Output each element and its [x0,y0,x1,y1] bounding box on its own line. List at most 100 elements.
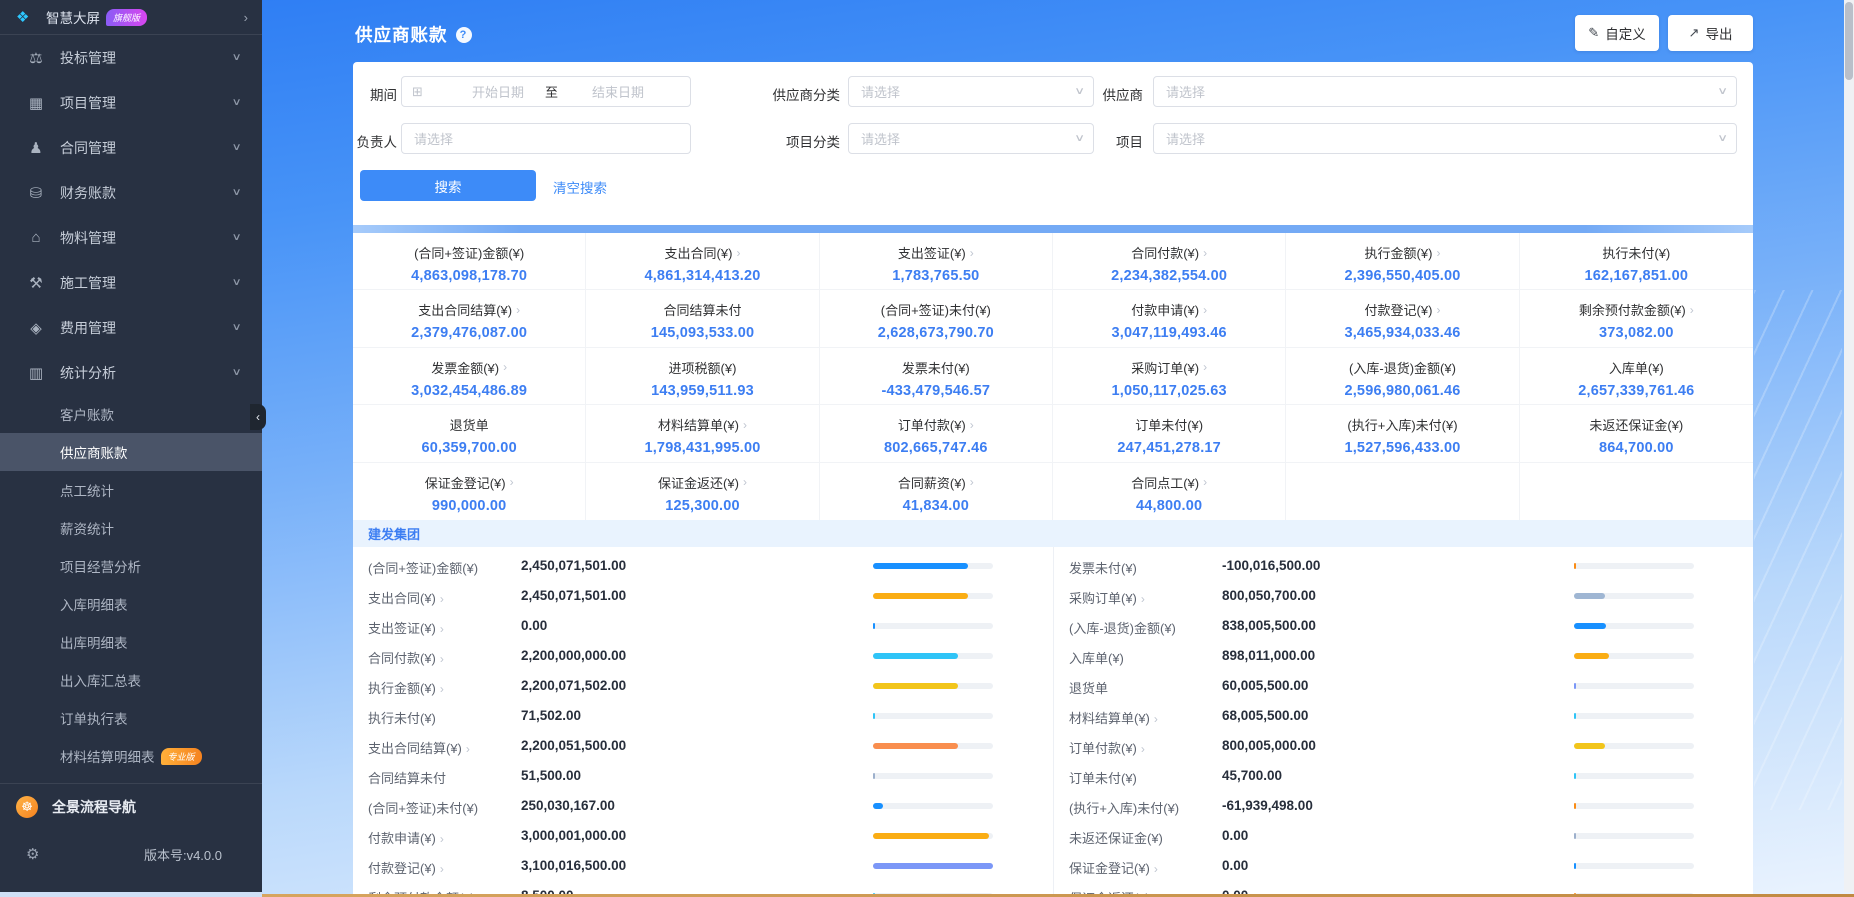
search-button[interactable]: 搜索 [360,170,536,201]
stat-cell[interactable]: 合同点工(¥)›44,800.00 [1053,463,1286,520]
sidebar-item-4[interactable]: ⌂物料管理∨ [0,215,262,260]
manager-input[interactable]: 请选择 [401,123,691,154]
sidebar-item-panorama-nav[interactable]: ☸ 全景流程导航 [0,784,262,830]
stat-cell[interactable]: 保证金登记(¥)›990,000.00 [353,463,586,520]
stat-cell[interactable]: 合同薪资(¥)›41,834.00 [820,463,1053,520]
chevron-right-icon[interactable]: › [1203,303,1207,317]
metric-value: 51,500.00 [521,768,581,783]
sidebar-item-1[interactable]: ▦项目管理∨ [0,80,262,125]
company-header-row[interactable]: 建发集团 [353,520,1753,547]
sidebar-item-label: 费用管理 [60,318,116,338]
chevron-right-icon[interactable]: › [510,475,514,489]
project-select[interactable]: 请选择 ∨ [1153,123,1737,154]
stat-value: 2,596,980,061.46 [1344,383,1460,399]
stat-cell[interactable]: 执行金额(¥)›2,396,550,405.00 [1286,233,1519,290]
sidebar-subitem-9[interactable]: 材料结算明细表专业版 [0,737,262,775]
sidebar-item-5[interactable]: ⚒施工管理∨ [0,260,262,305]
stat-cell[interactable]: 支出合同结算(¥)›2,379,476,087.00 [353,290,586,347]
sidebar-collapse-handle[interactable]: ‹ [250,404,266,430]
chevron-right-icon[interactable]: › [1203,246,1207,260]
stat-cell[interactable]: 剩余预付款金额(¥)›373,082.00 [1520,290,1753,347]
chevron-right-icon[interactable]: › [1436,246,1440,260]
stat-cell[interactable]: 支出签证(¥)›1,783,765.50 [820,233,1053,290]
metric-label: 执行未付(¥) [368,708,436,727]
company-metric-row[interactable]: 支出签证(¥)›0.00 [353,611,1053,641]
stat-cell[interactable]: 订单付款(¥)›802,665,747.46 [820,405,1053,462]
export-button[interactable]: ↗ 导出 [1668,15,1753,51]
chevron-right-icon[interactable]: › [1154,712,1158,726]
stat-cell[interactable]: 材料结算单(¥)›1,798,431,995.00 [586,405,819,462]
supplier-select[interactable]: 请选择 ∨ [1153,76,1737,107]
chevron-right-icon[interactable]: › [1436,303,1440,317]
progress-bar-fill [873,743,958,749]
chevron-right-icon[interactable]: › [440,622,444,636]
sidebar-item-3[interactable]: ⛁财务账款∨ [0,170,262,215]
vertical-scrollbar[interactable] [1844,0,1854,892]
sidebar-subitem-3[interactable]: 薪资统计 [0,509,262,547]
sidebar-subitem-4[interactable]: 项目经营分析 [0,547,262,585]
scrollbar-thumb[interactable] [1845,2,1853,80]
sidebar-item-6[interactable]: ◈费用管理∨ [0,305,262,350]
company-metric-row[interactable]: 订单付款(¥)›800,005,000.00 [1054,731,1753,761]
chevron-right-icon[interactable]: › [440,862,444,876]
sidebar-subitem-2[interactable]: 点工统计 [0,471,262,509]
chevron-right-icon[interactable]: › [1141,742,1145,756]
date-range-input[interactable]: ⊞ 开始日期 至 结束日期 [401,76,691,107]
chevron-right-icon[interactable]: › [970,246,974,260]
chevron-right-icon[interactable]: › [970,418,974,432]
company-metric-row[interactable]: 保证金登记(¥)›0.00 [1054,851,1753,881]
sidebar-subitem-8[interactable]: 订单执行表 [0,699,262,737]
chevron-right-icon[interactable]: › [440,682,444,696]
sidebar-item-0[interactable]: ⚖投标管理∨ [0,35,262,80]
company-metric-row[interactable]: 合同付款(¥)›2,200,000,000.00 [353,641,1053,671]
stat-cell[interactable]: 保证金返还(¥)›125,300.00 [586,463,819,520]
company-metric-row[interactable]: 材料结算单(¥)›68,005,500.00 [1054,701,1753,731]
stat-label: 执行金额(¥) [1365,243,1433,262]
sidebar-subitem-0[interactable]: 客户账款 [0,395,262,433]
clear-search-link[interactable]: 清空搜索 [553,177,607,197]
metric-label: (入库-退货)金额(¥) [1069,618,1176,637]
company-metric-row[interactable]: 付款登记(¥)›3,100,016,500.00 [353,851,1053,881]
sidebar-subitem-6[interactable]: 出库明细表 [0,623,262,661]
company-name-link[interactable]: 建发集团 [368,524,420,543]
chevron-right-icon[interactable]: › [743,475,747,489]
chevron-right-icon[interactable]: › [736,246,740,260]
chevron-right-icon[interactable]: › [516,303,520,317]
chevron-right-icon[interactable]: › [1203,475,1207,489]
company-metric-row[interactable]: 采购订单(¥)›800,050,700.00 [1054,581,1753,611]
stat-cell[interactable]: 采购订单(¥)›1,050,117,025.63 [1053,348,1286,405]
chevron-right-icon[interactable]: › [466,742,470,756]
stat-cell[interactable]: 付款登记(¥)›3,465,934,033.46 [1286,290,1519,347]
company-metric-row[interactable]: 付款申请(¥)›3,000,001,000.00 [353,821,1053,851]
sidebar-subitem-5[interactable]: 入库明细表 [0,585,262,623]
chevron-right-icon[interactable]: › [503,360,507,374]
stat-cell[interactable]: 合同付款(¥)›2,234,382,554.00 [1053,233,1286,290]
chevron-right-icon[interactable]: › [1203,360,1207,374]
company-metric-row[interactable]: 执行金额(¥)›2,200,071,502.00 [353,671,1053,701]
sidebar-item-7[interactable]: ▥统计分析∨ [0,350,262,395]
chevron-right-icon[interactable]: › [440,832,444,846]
chevron-right-icon[interactable]: › [440,652,444,666]
chevron-right-icon[interactable]: › [743,418,747,432]
sidebar-item-2[interactable]: ♟合同管理∨ [0,125,262,170]
sidebar-brand[interactable]: ❖ 智慧大屏 旗舰版 › [0,0,262,35]
stat-cell[interactable]: 支出合同(¥)›4,861,314,413.20 [586,233,819,290]
sidebar-subitem-7[interactable]: 出入库汇总表 [0,661,262,699]
stat-cell[interactable]: 付款申请(¥)›3,047,119,493.46 [1053,290,1286,347]
chevron-right-icon[interactable]: › [970,475,974,489]
metric-label: 合同结算未付 [368,768,446,787]
customize-button[interactable]: ✎ 自定义 [1575,15,1659,51]
sidebar-subitem-1[interactable]: 供应商账款 [0,433,262,471]
company-metric-row[interactable]: 支出合同结算(¥)›2,200,051,500.00 [353,731,1053,761]
gear-icon[interactable]: ⚙ [26,845,39,863]
progress-bar-fill [873,863,993,869]
help-icon[interactable]: ? [456,27,472,43]
stat-cell[interactable]: 发票金额(¥)›3,032,454,486.89 [353,348,586,405]
chevron-right-icon[interactable]: › [1154,862,1158,876]
chevron-right-icon[interactable]: › [440,592,444,606]
chevron-right-icon[interactable]: › [1141,592,1145,606]
chevron-right-icon[interactable]: › [1690,303,1694,317]
date-to-label: 至 [545,82,558,101]
calendar-icon: ⊞ [412,84,423,100]
company-metric-row[interactable]: 支出合同(¥)›2,450,071,501.00 [353,581,1053,611]
